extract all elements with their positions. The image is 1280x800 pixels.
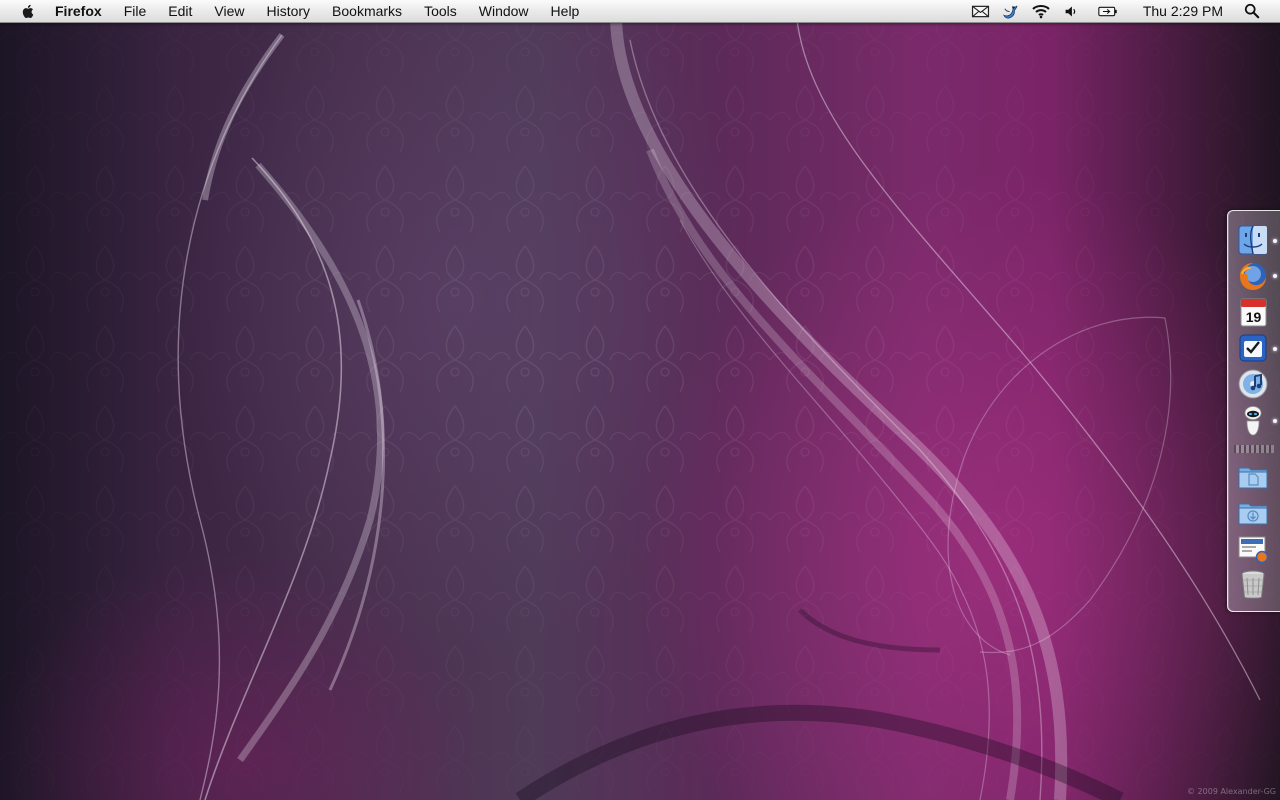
dock-item-screenshot-stack[interactable] bbox=[1236, 531, 1270, 565]
wallpaper-credit: © 2009 Alexander-GG bbox=[1187, 787, 1276, 796]
swirl-lines bbox=[177, 19, 1261, 800]
spotlight-icon[interactable] bbox=[1242, 2, 1262, 20]
dock-item-trash[interactable] bbox=[1236, 567, 1270, 601]
finder-running-indicator bbox=[1273, 239, 1277, 243]
apple-menu-icon[interactable] bbox=[19, 2, 37, 20]
mail-icon[interactable] bbox=[971, 2, 991, 20]
things-running-indicator bbox=[1273, 347, 1277, 351]
twitter-bird-icon[interactable] bbox=[1001, 2, 1021, 20]
dock-item-ical[interactable]: 19 bbox=[1236, 295, 1270, 329]
menu-edit[interactable]: Edit bbox=[157, 0, 203, 22]
volume-icon[interactable] bbox=[1061, 2, 1081, 20]
itunes-icon bbox=[1238, 369, 1268, 399]
desktop-wallpaper: © 2009 Alexander-GG bbox=[0, 0, 1280, 800]
menu-extras: Thu 2:29 PM bbox=[966, 0, 1280, 22]
dock-item-things[interactable] bbox=[1236, 331, 1270, 365]
firefox-icon bbox=[1240, 263, 1266, 290]
robot-icon bbox=[1244, 406, 1262, 436]
dock-item-downloads-folder[interactable] bbox=[1236, 495, 1270, 529]
menu-app-name[interactable]: Firefox bbox=[53, 0, 113, 22]
menu-bar: Firefox File Edit View History Bookmarks… bbox=[0, 0, 1280, 23]
menu-bookmarks[interactable]: Bookmarks bbox=[321, 0, 413, 22]
menu-view[interactable]: View bbox=[203, 0, 255, 22]
menu-clock[interactable]: Thu 2:29 PM bbox=[1143, 3, 1223, 19]
menu-tools[interactable]: Tools bbox=[413, 0, 468, 22]
menu-help[interactable]: Help bbox=[540, 0, 591, 22]
menu-file[interactable]: File bbox=[113, 0, 158, 22]
dock-item-eve-robot[interactable] bbox=[1236, 403, 1270, 437]
trash-icon bbox=[1241, 570, 1265, 599]
dock-separator bbox=[1234, 445, 1274, 453]
image-stack-icon bbox=[1238, 536, 1269, 564]
dock-item-finder[interactable] bbox=[1236, 223, 1270, 257]
menu-window[interactable]: Window bbox=[468, 0, 540, 22]
downloads-folder-icon bbox=[1238, 503, 1268, 525]
dock-item-documents-folder[interactable] bbox=[1236, 459, 1270, 493]
folder-icon bbox=[1238, 467, 1268, 489]
dock-item-firefox[interactable] bbox=[1236, 259, 1270, 293]
checkbox-icon bbox=[1239, 334, 1267, 362]
calendar-icon: 19 bbox=[1240, 298, 1267, 327]
firefox-running-indicator bbox=[1273, 274, 1277, 278]
dock-item-itunes[interactable] bbox=[1236, 367, 1270, 401]
menu-history[interactable]: History bbox=[255, 0, 321, 22]
eve-running-indicator bbox=[1273, 419, 1277, 423]
finder-icon bbox=[1238, 225, 1268, 255]
battery-icon[interactable] bbox=[1098, 2, 1118, 20]
wifi-icon[interactable] bbox=[1031, 2, 1051, 20]
dock: 19 bbox=[1227, 210, 1280, 612]
calendar-date: 19 bbox=[1246, 309, 1262, 325]
